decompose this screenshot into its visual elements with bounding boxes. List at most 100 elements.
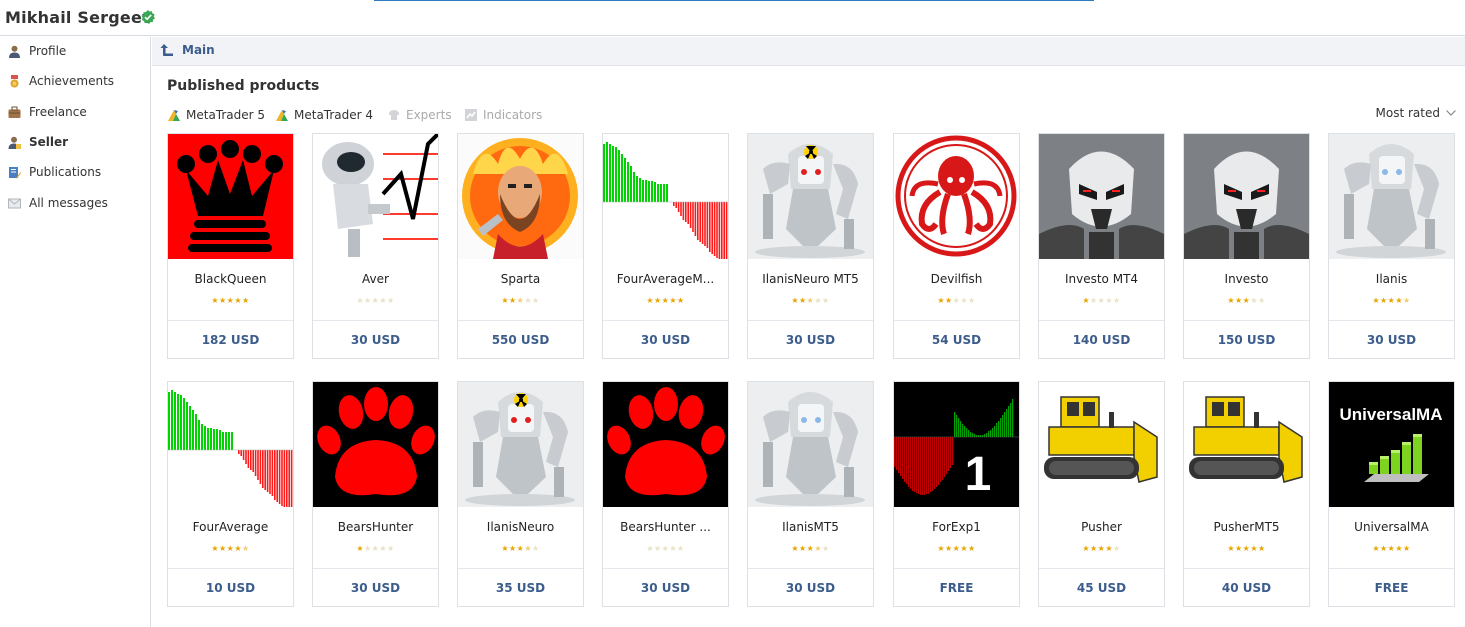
filter-indicators[interactable]: Indicators	[464, 106, 542, 124]
sidebar-item-publications[interactable]: Publications	[8, 162, 101, 182]
product-price[interactable]: FREE	[1329, 581, 1454, 595]
product-price[interactable]: 30 USD	[748, 333, 873, 347]
product-price[interactable]: 30 USD	[313, 581, 438, 595]
product-name[interactable]: PusherMT5	[1188, 520, 1305, 534]
publications-icon	[9, 166, 21, 178]
product-price[interactable]: 30 USD	[313, 333, 438, 347]
indicators-icon	[465, 109, 477, 121]
product-name[interactable]: UniversalMA	[1333, 520, 1450, 534]
product-price[interactable]: 182 USD	[168, 333, 293, 347]
product-name[interactable]: Pusher	[1043, 520, 1160, 534]
sidebar-item-seller[interactable]: Seller	[8, 132, 68, 152]
product-card[interactable]: BearsHunter ... ★★★★★ 30 USD	[602, 381, 729, 607]
product-price[interactable]: 150 USD	[1184, 333, 1309, 347]
product-card[interactable]: BlackQueen ★★★★★ 182 USD	[167, 133, 294, 359]
product-name[interactable]: IlanisMT5	[752, 520, 869, 534]
sidebar-item-profile[interactable]: Profile	[8, 41, 66, 61]
product-price[interactable]: 45 USD	[1039, 581, 1164, 595]
product-thumbnail[interactable]	[168, 134, 293, 259]
filter-label: Experts	[406, 108, 452, 122]
product-thumbnail[interactable]	[603, 382, 728, 507]
product-thumbnail[interactable]	[458, 134, 583, 259]
product-name[interactable]: Investo MT4	[1043, 272, 1160, 286]
divider	[1329, 320, 1454, 321]
product-price[interactable]: 30 USD	[603, 333, 728, 347]
experts-icon	[389, 110, 399, 120]
product-card[interactable]: UniversalMA UniversalMA ★★★★★ FREE	[1328, 381, 1455, 607]
product-card[interactable]: BearsHunter ★★★★★ 30 USD	[312, 381, 439, 607]
product-name[interactable]: BlackQueen	[172, 272, 289, 286]
product-price[interactable]: 30 USD	[603, 581, 728, 595]
product-name[interactable]: Investo	[1188, 272, 1305, 286]
product-thumbnail[interactable]	[1329, 134, 1454, 259]
divider	[894, 568, 1019, 569]
product-thumbnail[interactable]	[1039, 382, 1164, 507]
product-thumbnail[interactable]	[1184, 134, 1309, 259]
product-thumbnail[interactable]	[313, 382, 438, 507]
product-card[interactable]: Aver ★★★★★ 30 USD	[312, 133, 439, 359]
product-price[interactable]: 35 USD	[458, 581, 583, 595]
product-card[interactable]: IlanisMT5 ★★★★★ 30 USD	[747, 381, 874, 607]
product-name[interactable]: FourAverageM...	[607, 272, 724, 286]
rating-stars: ★★★★★	[937, 544, 976, 553]
filter-label: MetaTrader 5	[186, 108, 266, 122]
metatrader-icon	[168, 110, 180, 121]
product-thumbnail[interactable]	[894, 134, 1019, 259]
product-thumbnail[interactable]	[603, 134, 728, 259]
divider	[1184, 568, 1309, 569]
product-name[interactable]: BearsHunter	[317, 520, 434, 534]
product-price[interactable]: 40 USD	[1184, 581, 1309, 595]
product-card[interactable]: FourAverageM... ★★★★★ 30 USD	[602, 133, 729, 359]
product-name[interactable]: BearsHunter ...	[607, 520, 724, 534]
product-thumbnail[interactable]	[748, 382, 873, 507]
rating-stars: ★★★★★	[1372, 296, 1411, 305]
product-price[interactable]: 550 USD	[458, 333, 583, 347]
product-price[interactable]: 30 USD	[748, 581, 873, 595]
sidebar-item-messages[interactable]: All messages	[8, 193, 108, 213]
product-price[interactable]: 10 USD	[168, 581, 293, 595]
product-card[interactable]: FourAverage ★★★★★ 10 USD	[167, 381, 294, 607]
product-price[interactable]: 30 USD	[1329, 333, 1454, 347]
back-arrow-icon[interactable]	[160, 43, 174, 57]
sort-dropdown[interactable]: Most rated	[1376, 106, 1456, 120]
sidebar-item-achievements[interactable]: Achievements	[8, 71, 114, 91]
product-name[interactable]: IlanisNeuro MT5	[752, 272, 869, 286]
product-card[interactable]: Devilfish ★★★★★ 54 USD	[893, 133, 1020, 359]
product-card[interactable]: 1 ForExp1 ★★★★★ FREE	[893, 381, 1020, 607]
filter-metatrader4[interactable]: MetaTrader 4	[275, 106, 373, 124]
product-card[interactable]: Pusher ★★★★★ 45 USD	[1038, 381, 1165, 607]
product-card[interactable]: PusherMT5 ★★★★★ 40 USD	[1183, 381, 1310, 607]
profile-header: Mikhail Sergeev	[0, 0, 1465, 36]
product-price[interactable]: FREE	[894, 581, 1019, 595]
product-card[interactable]: IlanisNeuro ★★★★★ 35 USD	[457, 381, 584, 607]
product-card[interactable]: Investo MT4 ★★★★★ 140 USD	[1038, 133, 1165, 359]
product-thumbnail[interactable]	[458, 382, 583, 507]
product-card[interactable]: Investo ★★★★★ 150 USD	[1183, 133, 1310, 359]
product-name[interactable]: Devilfish	[898, 272, 1015, 286]
product-thumbnail[interactable]	[748, 134, 873, 259]
product-card[interactable]: Sparta ★★★★★ 550 USD	[457, 133, 584, 359]
product-name[interactable]: Ilanis	[1333, 272, 1450, 286]
product-name[interactable]: Aver	[317, 272, 434, 286]
filter-experts[interactable]: Experts	[387, 106, 452, 124]
product-thumbnail[interactable]	[313, 134, 438, 259]
product-thumbnail[interactable]: UniversalMA	[1329, 382, 1454, 507]
user-name[interactable]: Mikhail Sergeev	[5, 8, 153, 27]
product-price[interactable]: 54 USD	[894, 333, 1019, 347]
product-card[interactable]: IlanisNeuro MT5 ★★★★★ 30 USD	[747, 133, 874, 359]
breadcrumb-main-link[interactable]: Main	[182, 43, 215, 57]
product-thumbnail[interactable]	[168, 382, 293, 507]
product-thumbnail[interactable]	[1184, 382, 1309, 507]
product-name[interactable]: IlanisNeuro	[462, 520, 579, 534]
medal-icon	[10, 74, 19, 87]
product-card[interactable]: Ilanis ★★★★★ 30 USD	[1328, 133, 1455, 359]
product-thumbnail[interactable]: 1	[894, 382, 1019, 507]
chevron-down-icon	[1446, 110, 1456, 116]
product-thumbnail[interactable]	[1039, 134, 1164, 259]
product-name[interactable]: Sparta	[462, 272, 579, 286]
product-price[interactable]: 140 USD	[1039, 333, 1164, 347]
product-name[interactable]: FourAverage	[172, 520, 289, 534]
sidebar-item-freelance[interactable]: Freelance	[8, 102, 87, 122]
filter-metatrader5[interactable]: MetaTrader 5	[167, 106, 265, 124]
product-name[interactable]: ForExp1	[898, 520, 1015, 534]
